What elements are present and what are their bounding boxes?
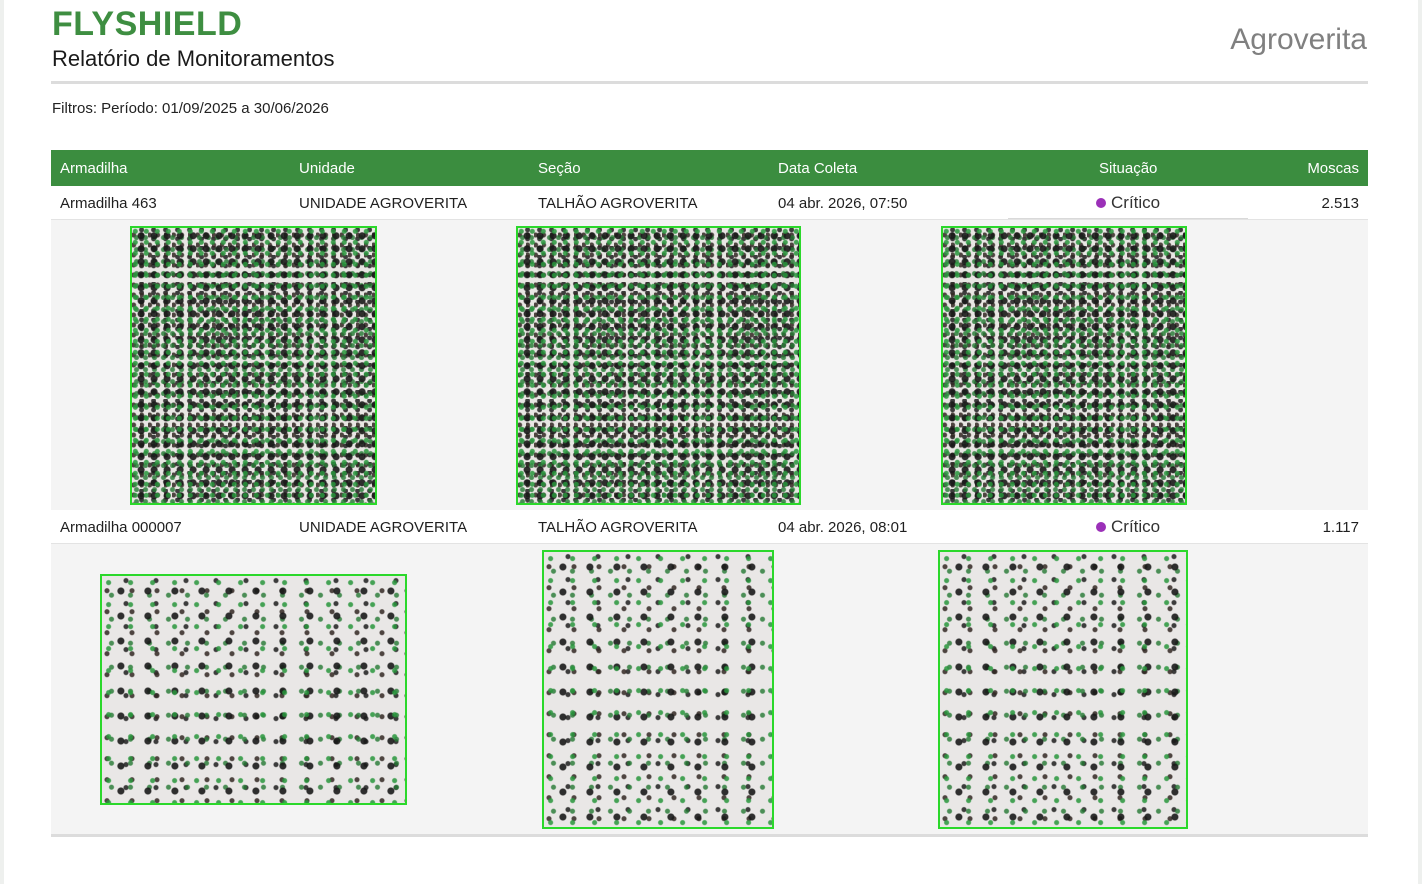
status-badge: Crítico bbox=[1096, 516, 1160, 538]
trap-photo[interactable] bbox=[542, 550, 774, 829]
brand-logo-text: FLYSHIELD bbox=[52, 5, 243, 43]
trap-photo[interactable] bbox=[516, 226, 801, 505]
trap-name: Armadilha 000007 bbox=[60, 519, 182, 536]
trap-photos bbox=[51, 544, 1368, 837]
column-header-secao[interactable]: Seção bbox=[538, 159, 581, 179]
section-name: TALHÃO AGROVERITA bbox=[538, 195, 698, 212]
trap-name: Armadilha 463 bbox=[60, 195, 157, 212]
monitoring-table: Armadilha Unidade Seção Data Coleta Situ… bbox=[51, 150, 1368, 837]
section-name: TALHÃO AGROVERITA bbox=[538, 519, 698, 536]
page-edge bbox=[1418, 0, 1422, 884]
status-label: Crítico bbox=[1111, 193, 1161, 212]
status-dot-icon bbox=[1096, 198, 1106, 208]
column-header-unidade[interactable]: Unidade bbox=[299, 159, 355, 179]
trap-photo[interactable] bbox=[100, 574, 407, 805]
column-header-data-coleta[interactable]: Data Coleta bbox=[778, 159, 857, 179]
unit-name: UNIDADE AGROVERITA bbox=[299, 519, 468, 536]
filters-text: Filtros: Período: 01/09/2025 a 30/06/202… bbox=[52, 100, 329, 117]
trap-photo[interactable] bbox=[938, 550, 1188, 829]
page-edge bbox=[0, 0, 4, 884]
collection-date: 04 abr. 2026, 08:01 bbox=[778, 519, 908, 536]
status-cell: Crítico bbox=[1008, 510, 1248, 542]
collection-date: 04 abr. 2026, 07:50 bbox=[778, 195, 908, 212]
fly-count: 2.513 bbox=[1321, 195, 1359, 212]
status-dot-icon bbox=[1096, 522, 1106, 532]
table-row[interactable]: Armadilha 000007 UNIDADE AGROVERITA TALH… bbox=[51, 510, 1368, 544]
column-header-situacao[interactable]: Situação bbox=[1099, 159, 1157, 179]
column-header-armadilha[interactable]: Armadilha bbox=[60, 159, 128, 179]
fly-count: 1.117 bbox=[1322, 519, 1359, 536]
report-header: FLYSHIELD Relatório de Monitoramentos Ag… bbox=[51, 0, 1368, 84]
trap-photo[interactable] bbox=[941, 226, 1187, 505]
client-name: Agroverita bbox=[1230, 23, 1367, 56]
table-header: Armadilha Unidade Seção Data Coleta Situ… bbox=[51, 150, 1368, 186]
status-label: Crítico bbox=[1111, 517, 1161, 536]
status-cell: Crítico bbox=[1008, 186, 1248, 219]
report-title: Relatório de Monitoramentos bbox=[52, 46, 335, 71]
trap-photo[interactable] bbox=[130, 226, 377, 505]
status-badge: Crítico bbox=[1096, 192, 1160, 214]
table-row[interactable]: Armadilha 463 UNIDADE AGROVERITA TALHÃO … bbox=[51, 186, 1368, 220]
unit-name: UNIDADE AGROVERITA bbox=[299, 195, 468, 212]
trap-photos bbox=[51, 220, 1368, 510]
column-header-moscas[interactable]: Moscas bbox=[1307, 159, 1359, 179]
